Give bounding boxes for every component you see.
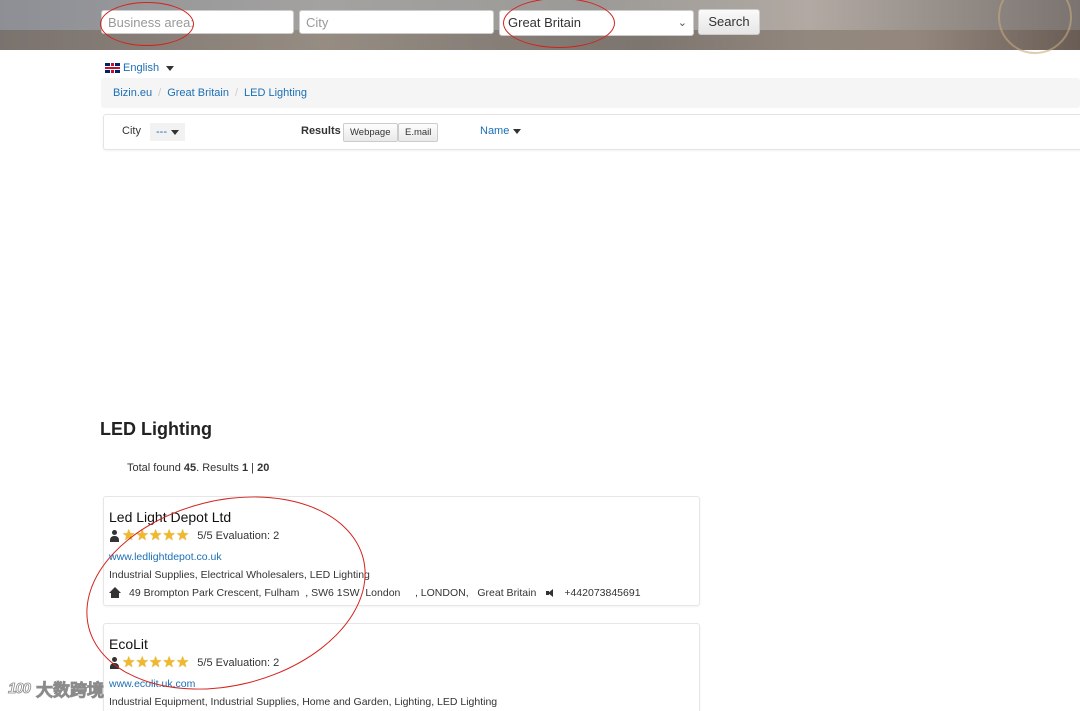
breadcrumb-item-home[interactable]: Bizin.eu (113, 87, 152, 99)
caret-down-icon (513, 128, 522, 134)
watermark-logo: 100 (8, 680, 32, 698)
star-icon: ★ (162, 654, 176, 671)
watermark-text: 大数跨境 (36, 681, 105, 701)
language-label: English (123, 62, 160, 74)
city-filter-value: --- (156, 126, 167, 138)
page-title: LED Lighting (100, 419, 212, 439)
watermark: 100 大数跨境 (8, 676, 105, 701)
listing-name[interactable]: Led Light Depot Ltd (109, 509, 231, 525)
listing-card: Led Light Depot Ltd ★ ★ ★ ★ ★ 5/5 Evalua… (103, 496, 700, 606)
page: Great Britain ⌄ Search English Bizin.eu /… (0, 0, 1080, 711)
user-icon (109, 657, 121, 669)
breadcrumb-item-category[interactable]: LED Lighting (244, 87, 307, 99)
listing-website-link[interactable]: www.ecolit.uk.com (109, 678, 195, 690)
breadcrumb: Bizin.eu / Great Britain / LED Lighting (101, 78, 1080, 108)
chevron-down-icon: ⌄ (677, 17, 687, 29)
uk-flag-icon (105, 63, 120, 73)
rating-text: 5/5 Evaluation: 2 (197, 657, 280, 669)
listing-address: 49 Brompton Park Crescent, Fulham , SW6 … (129, 587, 537, 599)
star-icon: ★ (148, 654, 163, 671)
search-button[interactable]: Search (698, 9, 760, 35)
listing-website-link[interactable]: www.ledlightdepot.co.uk (109, 551, 222, 563)
listing-categories: Industrial Equipment, Industrial Supplie… (109, 696, 498, 708)
caret-down-icon (166, 65, 175, 71)
user-icon (109, 530, 121, 542)
listing-card: EcoLit ★ ★ ★ ★ ★ 5/5 Evaluation: 2 www.e… (103, 623, 700, 711)
star-icon: ★ (175, 527, 190, 544)
breadcrumb-separator: / (158, 87, 162, 99)
caret-down-icon (171, 129, 179, 135)
star-icon: ★ (122, 654, 136, 671)
star-icon: ★ (135, 527, 149, 544)
email-filter-button[interactable]: E.mail (398, 123, 439, 142)
listing-phone: +442073845691 (564, 587, 641, 599)
rating-text: 5/5 Evaluation: 2 (197, 530, 280, 542)
listing-address-row: 49 Brompton Park Crescent, Fulham , SW6 … (109, 587, 641, 599)
results-per-page: 20 (257, 462, 270, 474)
results-separator: | (248, 462, 258, 474)
home-icon (109, 587, 121, 599)
business-area-input[interactable] (101, 10, 294, 34)
breadcrumb-separator: / (234, 87, 239, 99)
language-selector[interactable]: English (105, 62, 175, 74)
city-filter-dropdown[interactable]: --- (150, 123, 185, 141)
city-input[interactable] (299, 10, 494, 34)
header-banner: Great Britain ⌄ Search (0, 0, 1080, 54)
listing-rating: ★ ★ ★ ★ ★ 5/5 Evaluation: 2 (109, 654, 280, 671)
results-text: . Results (196, 462, 242, 474)
listing-rating: ★ ★ ★ ★ ★ 5/5 Evaluation: 2 (109, 527, 280, 544)
phone-speaker-icon (546, 589, 556, 597)
total-count: 45 (183, 462, 197, 474)
country-select-value: Great Britain (508, 15, 581, 30)
webpage-filter-button[interactable]: Webpage (343, 123, 398, 142)
star-icon: ★ (122, 527, 136, 544)
breadcrumb-item-country[interactable]: Great Britain (167, 87, 229, 99)
star-icon: ★ (148, 527, 163, 544)
star-icon: ★ (175, 654, 190, 671)
total-prefix: Total found (127, 462, 184, 474)
star-icon: ★ (162, 527, 176, 544)
listing-name[interactable]: EcoLit (109, 636, 148, 652)
filter-bar: City --- Results Webpage E.mail Name (103, 114, 1080, 150)
listing-categories: Industrial Supplies, Electrical Wholesal… (109, 569, 370, 581)
results-label: Results (301, 125, 341, 137)
results-summary: Total found 45. Results 1 | 20 (127, 462, 269, 474)
country-select[interactable]: Great Britain ⌄ (499, 10, 694, 36)
city-filter-label: City (122, 125, 141, 137)
sort-name-label: Name (480, 125, 510, 137)
star-icon: ★ (135, 654, 149, 671)
sort-name-dropdown[interactable]: Name (480, 125, 522, 137)
